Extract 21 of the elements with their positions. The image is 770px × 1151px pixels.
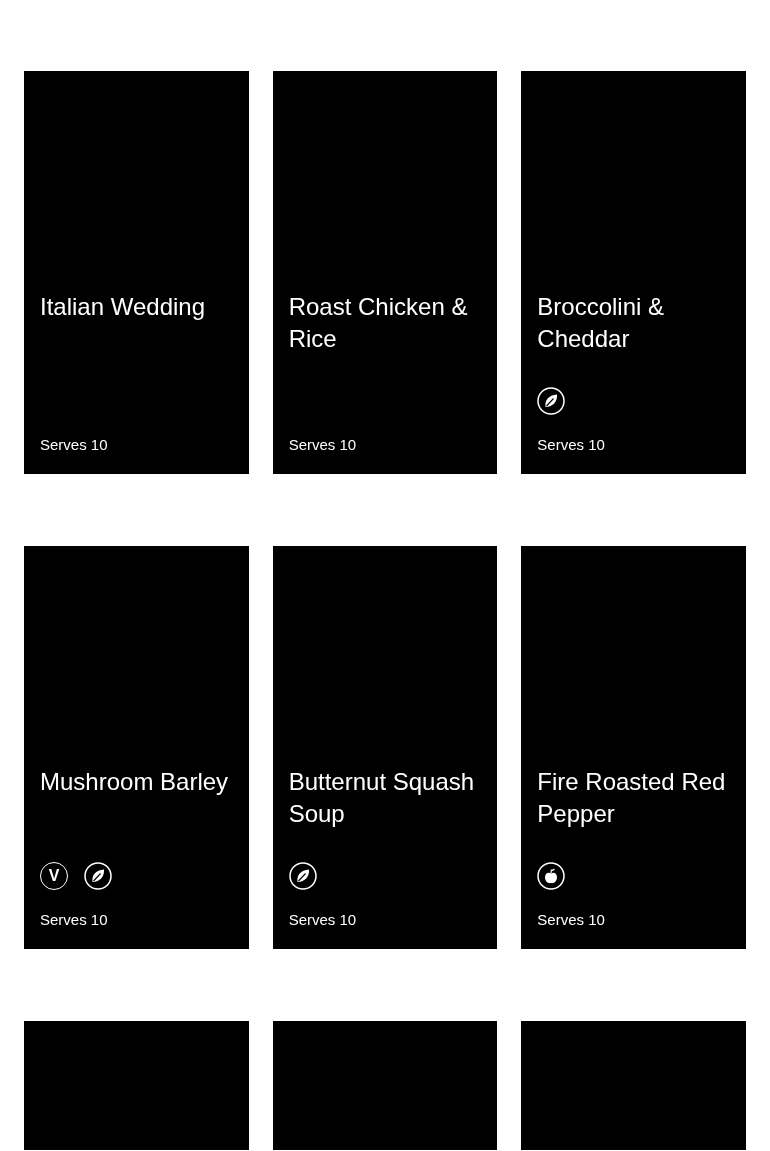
recipe-title: Fire Roasted Red Pepper (537, 767, 727, 829)
serves-label: Serves 10 (288, 435, 358, 455)
serves-label: Serves 10 (40, 435, 109, 455)
recipe-title: Roast Chicken & Rice (288, 292, 469, 354)
recipe-card[interactable]: Mushroom Barley V Serves 10 (24, 546, 249, 949)
recipe-title: Butternut Squash Soup (288, 767, 476, 829)
recipe-card[interactable]: Broccolini & Cheddar Serves 10 (521, 71, 746, 474)
recipe-card[interactable]: Italian Wedding Serves 10 (24, 71, 249, 474)
recipe-title: Broccolini & Cheddar (537, 292, 666, 354)
recipe-card[interactable]: Butternut Squash Soup Serves 10 (272, 546, 498, 949)
serves-label: Serves 10 (537, 910, 606, 930)
recipe-card[interactable]: Fire Roasted Red Pepper Serves 10 (521, 546, 746, 949)
serves-label: Serves 10 (537, 435, 606, 455)
recipe-card[interactable] (272, 1021, 498, 1150)
serves-label: Serves 10 (40, 910, 109, 930)
recipe-card[interactable] (24, 1021, 249, 1150)
serves-label: Serves 10 (288, 910, 358, 930)
recipe-card[interactable]: Roast Chicken & Rice Serves 10 (272, 71, 498, 474)
recipe-title: Italian Wedding (40, 292, 206, 322)
recipe-card[interactable] (521, 1021, 746, 1150)
recipe-title: Mushroom Barley (40, 767, 230, 797)
